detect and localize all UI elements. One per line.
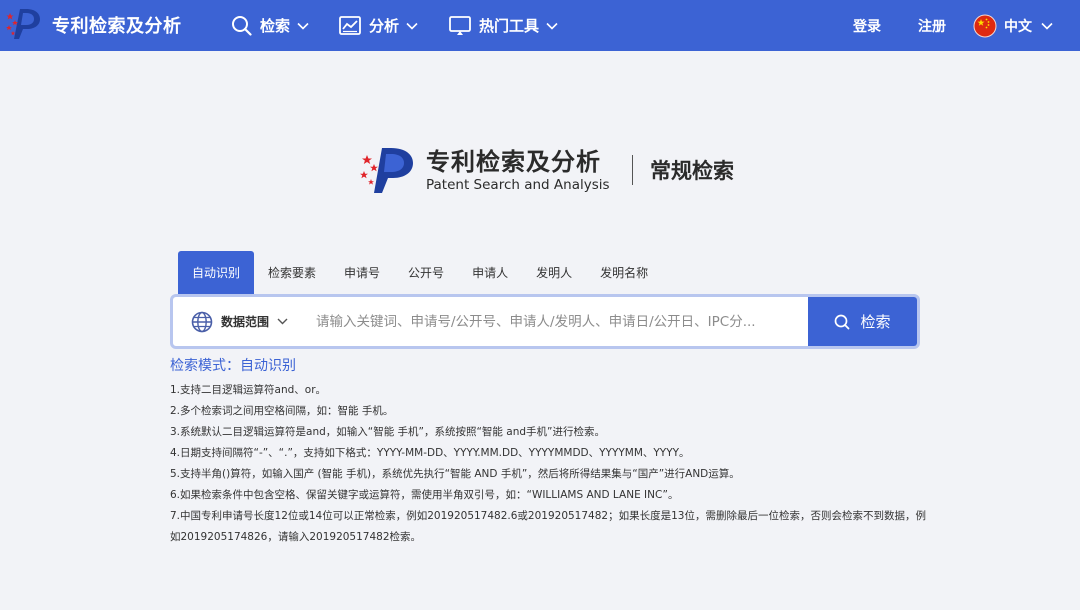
china-flag-icon [973, 14, 997, 38]
help-item: 2.多个检索词之间用空格间隔，如：智能 手机。 [170, 405, 394, 417]
tab-search-elements[interactable]: 检索要素 [254, 251, 330, 294]
top-navigation-bar: 专利检索及分析 检索 分析 热门工具 登录 注册 中文 [0, 0, 1080, 51]
search-help-list: 1.支持二目逻辑运算符and、or。 2.多个检索词之间用空格间隔，如：智能 手… [170, 380, 930, 548]
search-bar: 数据范围 检索 [170, 294, 920, 349]
patent-logo-icon [358, 145, 420, 195]
help-item: 6.如果检索条件中包含空格、保留关键字或运算符，需使用半角双引号，如：“WILL… [170, 489, 679, 501]
hero-title-en: Patent Search and Analysis [426, 177, 610, 193]
search-button[interactable]: 检索 [808, 297, 917, 346]
globe-icon [191, 311, 213, 333]
help-item: 7.中国专利申请号长度12位或14位可以正常检索，例如201920517482.… [170, 510, 926, 543]
tab-publication-number[interactable]: 公开号 [394, 251, 458, 294]
nav-hot-tools[interactable]: 热门工具 [449, 0, 558, 51]
brand[interactable]: 专利检索及分析 [6, 8, 182, 42]
hero-titles: 专利检索及分析 Patent Search and Analysis [426, 147, 610, 193]
language-label: 中文 [1004, 18, 1032, 35]
nav-search-label: 检索 [260, 17, 291, 35]
hero-logo: 专利检索及分析 Patent Search and Analysis 常规检索 [358, 145, 734, 195]
help-item: 1.支持二目逻辑运算符and、or。 [170, 384, 327, 396]
search-icon [231, 15, 252, 36]
search-button-label: 检索 [860, 313, 891, 331]
monitor-icon [449, 15, 471, 36]
tab-applicant[interactable]: 申请人 [458, 251, 522, 294]
chevron-down-icon [546, 22, 558, 30]
login-link[interactable]: 登录 [853, 0, 881, 51]
tab-application-number[interactable]: 申请号 [330, 251, 394, 294]
tab-invention-title[interactable]: 发明名称 [586, 251, 662, 294]
hero-divider [631, 155, 634, 185]
nav-hot-tools-label: 热门工具 [479, 17, 540, 35]
chevron-down-icon [277, 318, 288, 325]
nav-analysis-label: 分析 [369, 17, 400, 35]
search-input[interactable] [298, 297, 808, 346]
nav-search[interactable]: 检索 [231, 0, 309, 51]
data-scope-dropdown[interactable]: 数据范围 [173, 297, 298, 346]
register-link[interactable]: 注册 [918, 0, 946, 51]
chevron-down-icon [406, 22, 418, 30]
search-icon [834, 314, 850, 330]
nav-analysis[interactable]: 分析 [339, 0, 418, 51]
search-type-tabs: 自动识别 检索要素 申请号 公开号 申请人 发明人 发明名称 [178, 251, 662, 294]
search-mode-line: 检索模式：自动识别 [170, 358, 296, 374]
help-item: 4.日期支持间隔符“-”、“.”，支持如下格式：YYYY-MM-DD、YYYY.… [170, 447, 690, 459]
brand-logo-icon [6, 6, 42, 44]
brand-title: 专利检索及分析 [52, 16, 182, 37]
search-mode-title: 常规检索 [650, 159, 735, 183]
data-scope-label: 数据范围 [221, 315, 270, 329]
help-item: 3.系统默认二目逻辑运算符是and，如输入“智能 手机”，系统按照“智能 and… [170, 426, 605, 438]
tab-inventor[interactable]: 发明人 [522, 251, 586, 294]
language-selector[interactable]: 中文 [973, 0, 1053, 51]
chart-icon [339, 15, 361, 36]
tab-auto-recognize[interactable]: 自动识别 [178, 251, 255, 294]
chevron-down-icon [297, 22, 309, 30]
help-item: 5.支持半角()算符，如输入国产 (智能 手机)，系统优先执行“智能 AND 手… [170, 468, 740, 480]
hero-title-cn: 专利检索及分析 [426, 148, 601, 176]
chevron-down-icon [1041, 22, 1053, 30]
